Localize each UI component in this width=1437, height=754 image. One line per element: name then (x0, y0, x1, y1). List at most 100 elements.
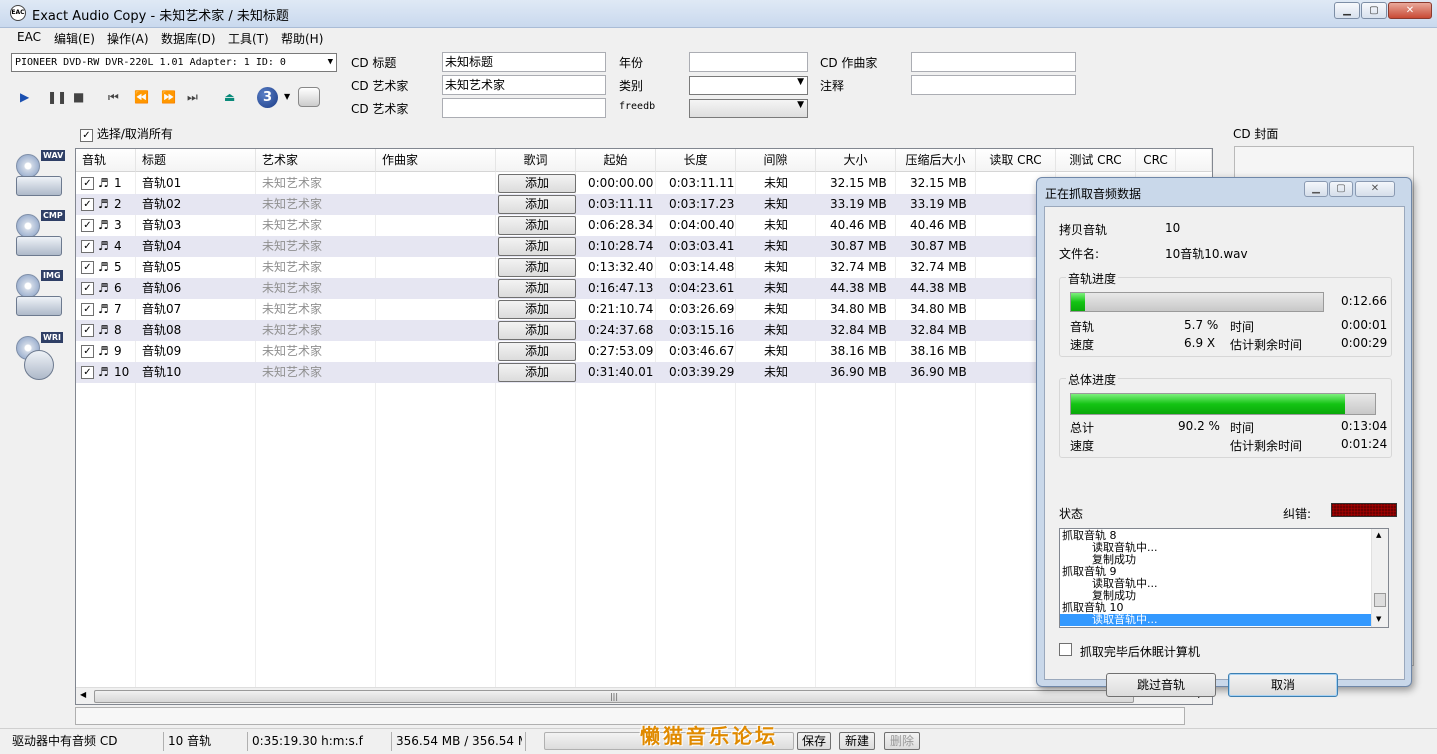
menu-database[interactable]: 数据库(D) (161, 30, 216, 47)
track-artist[interactable]: 未知艺术家 (262, 362, 322, 383)
track-csize[interactable]: 40.46 MB (910, 215, 967, 236)
eject-icon[interactable]: ⏏ (224, 90, 235, 104)
horizontal-scrollbar[interactable]: ◀ ||| ▶ (76, 687, 1212, 704)
track-checkbox[interactable]: ✓ (81, 177, 94, 190)
track-title[interactable]: 音轨10 (142, 362, 181, 383)
genre-select[interactable]: ▼ (689, 76, 808, 95)
menu-help[interactable]: 帮助(H) (281, 30, 323, 47)
track-title[interactable]: 音轨02 (142, 194, 181, 215)
dialog-minimize-button[interactable]: ▁ (1304, 181, 1328, 197)
copy-wav-button[interactable]: WAV (14, 150, 66, 202)
delete-button[interactable]: 删除 (884, 732, 920, 750)
track-start[interactable]: 0:10:28.74 (588, 236, 653, 257)
col-header-length[interactable]: 长度 (656, 149, 736, 172)
track-gap[interactable]: 未知 (764, 278, 788, 299)
track-title[interactable]: 音轨05 (142, 257, 181, 278)
track-title[interactable]: 音轨09 (142, 341, 181, 362)
maximize-button[interactable]: ▢ (1361, 2, 1387, 19)
new-button[interactable]: 新建 (839, 732, 875, 750)
track-artist[interactable]: 未知艺术家 (262, 278, 322, 299)
scroll-left-icon[interactable]: ◀ (80, 690, 86, 699)
copy-compressed-button[interactable]: CMP (14, 210, 65, 262)
track-csize[interactable]: 30.87 MB (910, 236, 967, 257)
scroll-thumb[interactable] (1374, 593, 1386, 607)
track-size[interactable]: 32.15 MB (830, 173, 887, 194)
track-checkbox[interactable]: ✓ (81, 282, 94, 295)
track-artist[interactable]: 未知艺术家 (262, 341, 322, 362)
track-gap[interactable]: 未知 (764, 236, 788, 257)
track-artist[interactable]: 未知艺术家 (262, 215, 322, 236)
col-header-title[interactable]: 标题 (136, 149, 256, 172)
track-length[interactable]: 0:03:39.29 (669, 362, 734, 383)
col-header-track[interactable]: 音轨 (76, 149, 136, 172)
add-lyrics-button[interactable]: 添加 (498, 279, 576, 298)
track-size[interactable]: 32.84 MB (830, 320, 887, 341)
col-header-test-crc[interactable]: 测试 CRC (1056, 149, 1136, 172)
track-length[interactable]: 0:03:03.41 (669, 236, 734, 257)
add-lyrics-button[interactable]: 添加 (498, 258, 576, 277)
track-start[interactable]: 0:16:47.13 (588, 278, 653, 299)
track-length[interactable]: 0:03:26.69 (669, 299, 734, 320)
col-header-read-crc[interactable]: 读取 CRC (976, 149, 1056, 172)
track-start[interactable]: 0:00:00.00 (588, 173, 653, 194)
menu-action[interactable]: 操作(A) (107, 30, 149, 47)
add-lyrics-button[interactable]: 添加 (498, 342, 576, 361)
track-start[interactable]: 0:21:10.74 (588, 299, 653, 320)
col-header-crc[interactable]: CRC (1136, 149, 1176, 172)
track-artist[interactable]: 未知艺术家 (262, 173, 322, 194)
col-header-gap[interactable]: 间隙 (736, 149, 816, 172)
speed-dropdown-icon[interactable]: ▼ (284, 92, 290, 101)
scroll-thumb[interactable]: ||| (94, 690, 1134, 703)
track-artist[interactable]: 未知艺术家 (262, 236, 322, 257)
scroll-up-icon[interactable]: ▲ (1376, 531, 1381, 539)
write-cd-button[interactable]: WRI (14, 332, 64, 384)
track-csize[interactable]: 34.80 MB (910, 299, 967, 320)
track-size[interactable]: 30.87 MB (830, 236, 887, 257)
track-length[interactable]: 0:03:17.23 (669, 194, 734, 215)
track-length[interactable]: 0:04:00.40 (669, 215, 734, 236)
track-title[interactable]: 音轨07 (142, 299, 181, 320)
col-header-start[interactable]: 起始 (576, 149, 656, 172)
track-gap[interactable]: 未知 (764, 215, 788, 236)
track-size[interactable]: 44.38 MB (830, 278, 887, 299)
track-gap[interactable]: 未知 (764, 362, 788, 383)
track-size[interactable]: 38.16 MB (830, 341, 887, 362)
col-header-composer[interactable]: 作曲家 (376, 149, 496, 172)
track-checkbox[interactable]: ✓ (81, 303, 94, 316)
drive-select[interactable]: PIONEER DVD-RW DVR-220L 1.01 Adapter: 1 … (11, 53, 337, 72)
drive-options-icon[interactable] (298, 87, 320, 107)
fast-forward-icon[interactable]: ⏩ (161, 90, 176, 104)
track-gap[interactable]: 未知 (764, 320, 788, 341)
scroll-down-icon[interactable]: ▼ (1376, 615, 1381, 623)
track-csize[interactable]: 36.90 MB (910, 362, 967, 383)
add-lyrics-button[interactable]: 添加 (498, 216, 576, 235)
track-checkbox[interactable]: ✓ (81, 240, 94, 253)
add-lyrics-button[interactable]: 添加 (498, 321, 576, 340)
track-gap[interactable]: 未知 (764, 257, 788, 278)
track-artist[interactable]: 未知艺术家 (262, 299, 322, 320)
copy-image-button[interactable]: IMG (14, 270, 64, 322)
previous-track-icon[interactable]: ⏮ (108, 90, 119, 105)
track-checkbox[interactable]: ✓ (81, 345, 94, 358)
track-checkbox[interactable]: ✓ (81, 219, 94, 232)
track-artist[interactable]: 未知艺术家 (262, 194, 322, 215)
track-artist[interactable]: 未知艺术家 (262, 320, 322, 341)
track-start[interactable]: 0:06:28.34 (588, 215, 653, 236)
add-lyrics-button[interactable]: 添加 (498, 300, 576, 319)
track-title[interactable]: 音轨03 (142, 215, 181, 236)
minimize-button[interactable]: ▁ (1334, 2, 1360, 19)
track-gap[interactable]: 未知 (764, 173, 788, 194)
track-checkbox[interactable]: ✓ (81, 324, 94, 337)
track-title[interactable]: 音轨08 (142, 320, 181, 341)
track-length[interactable]: 0:03:15.16 (669, 320, 734, 341)
sleep-checkbox[interactable]: 抓取完毕后休眠计算机 (1059, 643, 1200, 660)
col-header-size[interactable]: 大小 (816, 149, 896, 172)
track-start[interactable]: 0:24:37.68 (588, 320, 653, 341)
track-gap[interactable]: 未知 (764, 299, 788, 320)
pause-icon[interactable]: ❚❚ (47, 90, 67, 104)
track-title[interactable]: 音轨01 (142, 173, 181, 194)
track-length[interactable]: 0:03:46.67 (669, 341, 734, 362)
save-button[interactable]: 保存 (797, 732, 831, 750)
close-button[interactable]: ✕ (1388, 2, 1432, 19)
track-title[interactable]: 音轨06 (142, 278, 181, 299)
